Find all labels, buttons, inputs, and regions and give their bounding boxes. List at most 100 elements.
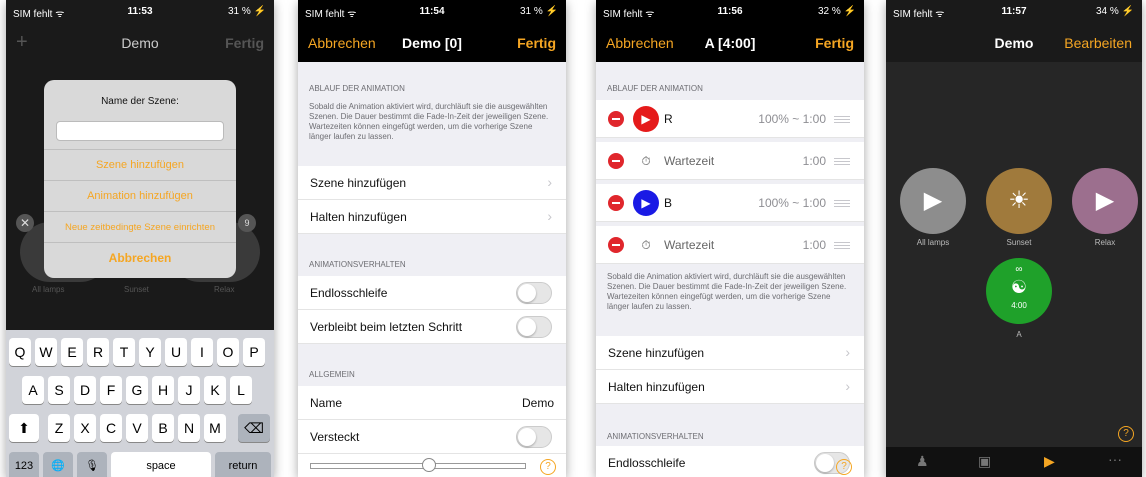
- delete-icon[interactable]: [608, 195, 624, 211]
- key[interactable]: M: [204, 414, 226, 442]
- add-timed-scene-option[interactable]: Neue zeitbedingte Szene einrichten: [44, 211, 236, 242]
- name-row[interactable]: Name Demo: [298, 386, 566, 420]
- key[interactable]: H: [152, 376, 174, 404]
- name-label: Name: [310, 396, 343, 410]
- key[interactable]: X: [74, 414, 96, 442]
- loop-toggle[interactable]: [516, 282, 552, 304]
- key[interactable]: L: [230, 376, 252, 404]
- step-row[interactable]: ▶ B 100% ~ 1:00: [596, 184, 864, 222]
- picture-icon[interactable]: ▣: [978, 453, 991, 470]
- add-animation-option[interactable]: Animation hinzufügen: [44, 180, 236, 211]
- edit-button[interactable]: Bearbeiten: [1064, 35, 1132, 51]
- drag-handle-icon[interactable]: [834, 242, 850, 249]
- scene-all-lamps-button[interactable]: ▶: [900, 168, 966, 234]
- help-icon[interactable]: ?: [1118, 426, 1134, 442]
- step-label: R: [664, 112, 673, 126]
- backspace-icon[interactable]: ⌫: [238, 414, 270, 442]
- key[interactable]: W: [35, 338, 57, 366]
- scene-name-input[interactable]: [56, 121, 224, 141]
- step-row[interactable]: ⏱ Wartezeit 1:00: [596, 142, 864, 180]
- delete-icon[interactable]: [608, 111, 624, 127]
- drag-handle-icon[interactable]: [834, 158, 850, 165]
- more-icon[interactable]: ···: [1108, 451, 1122, 467]
- hidden-toggle[interactable]: [516, 426, 552, 448]
- add-scene-label: Szene hinzufügen: [608, 346, 705, 360]
- keyboard-row-4: 123 🌐 🎙 space return: [6, 452, 274, 477]
- scene-sunset-button[interactable]: ☀: [986, 168, 1052, 234]
- delete-icon[interactable]: [608, 237, 624, 253]
- key[interactable]: D: [74, 376, 96, 404]
- done-button[interactable]: Fertig: [815, 35, 854, 51]
- keyboard-row-3: ⬆ Z X C V B N M ⌫: [6, 414, 274, 442]
- key[interactable]: V: [126, 414, 148, 442]
- key[interactable]: E: [61, 338, 83, 366]
- return-key[interactable]: return: [215, 452, 271, 477]
- slider-thumb[interactable]: [422, 458, 436, 472]
- brightness-row: [298, 454, 566, 477]
- add-hold-row[interactable]: Halten hinzufügen ›: [596, 370, 864, 404]
- key[interactable]: U: [165, 338, 187, 366]
- drag-handle-icon[interactable]: [834, 116, 850, 123]
- key[interactable]: Z: [48, 414, 70, 442]
- timer-icon: ⏱: [641, 154, 651, 168]
- key[interactable]: O: [217, 338, 239, 366]
- help-icon[interactable]: ?: [836, 459, 852, 475]
- step-row[interactable]: ▶ R 100% ~ 1:00: [596, 100, 864, 138]
- hidden-label: Versteckt: [310, 430, 360, 444]
- delete-icon[interactable]: [608, 153, 624, 169]
- globe-icon[interactable]: 🌐: [43, 452, 73, 477]
- step-value: 1:00: [802, 154, 826, 168]
- key[interactable]: R: [87, 338, 109, 366]
- scene-relax-button[interactable]: ▶: [1072, 168, 1138, 234]
- key[interactable]: Q: [9, 338, 31, 366]
- key[interactable]: K: [204, 376, 226, 404]
- add-scene-option[interactable]: Szene hinzufügen: [44, 149, 236, 180]
- scene-icon: ▶: [633, 190, 659, 216]
- name-value: Demo: [521, 396, 554, 410]
- shift-icon[interactable]: ⬆: [9, 414, 39, 442]
- clapperboard-icon: ▶: [1095, 187, 1115, 214]
- key[interactable]: N: [178, 414, 200, 442]
- brightness-slider[interactable]: [310, 463, 526, 469]
- stay-last-toggle[interactable]: [516, 316, 552, 338]
- chevron-right-icon: ›: [547, 208, 552, 224]
- screen-scene-overview: SIM fehlt ᯤ 11:57 34 % ⚡ Demo Bearbeiten…: [886, 0, 1142, 477]
- help-icon[interactable]: ?: [540, 459, 556, 475]
- done-button[interactable]: Fertig: [517, 35, 556, 51]
- key[interactable]: J: [178, 376, 200, 404]
- nav-bar: + Demo Fertig: [6, 24, 274, 62]
- key[interactable]: P: [243, 338, 265, 366]
- key[interactable]: C: [100, 414, 122, 442]
- key[interactable]: Y: [139, 338, 161, 366]
- drag-handle-icon[interactable]: [834, 200, 850, 207]
- tab-bar: ♟ ▣ ▶ ···: [886, 447, 1142, 477]
- microphone-icon[interactable]: 🎙: [77, 452, 107, 477]
- scene-icon: ▶: [633, 106, 659, 132]
- add-scene-row[interactable]: Szene hinzufügen ›: [596, 336, 864, 370]
- animation-a-button[interactable]: ∞ ☯ 4:00: [986, 258, 1052, 324]
- key[interactable]: F: [100, 376, 122, 404]
- key[interactable]: T: [113, 338, 135, 366]
- lamp-icon[interactable]: ♟: [916, 453, 929, 470]
- key[interactable]: A: [22, 376, 44, 404]
- cancel-button[interactable]: Abbrechen: [44, 242, 236, 273]
- loop-row: Endlosschleife: [596, 446, 864, 477]
- section-header-general: ALLGEMEIN: [309, 370, 355, 379]
- loop-row: Endlosschleife: [298, 276, 566, 310]
- key[interactable]: S: [48, 376, 70, 404]
- add-scene-row[interactable]: Szene hinzufügen ›: [298, 166, 566, 200]
- done-button[interactable]: Fertig: [225, 35, 264, 51]
- numbers-key[interactable]: 123: [9, 452, 39, 477]
- key[interactable]: B: [152, 414, 174, 442]
- nav-bar: Abbrechen Demo [0] Fertig: [298, 24, 566, 62]
- space-key[interactable]: space: [111, 452, 211, 477]
- step-row[interactable]: ⏱ Wartezeit 1:00: [596, 226, 864, 264]
- add-hold-row[interactable]: Halten hinzufügen ›: [298, 200, 566, 234]
- scenes-tab-icon[interactable]: ▶: [1044, 453, 1055, 470]
- key[interactable]: G: [126, 376, 148, 404]
- step-value: 100% ~ 1:00: [758, 196, 826, 210]
- scene-name-dialog: Name der Szene: Szene hinzufügen Animati…: [44, 80, 236, 278]
- step-value: 100% ~ 1:00: [758, 112, 826, 126]
- key[interactable]: I: [191, 338, 213, 366]
- section-header-behavior: ANIMATIONSVERHALTEN: [309, 260, 406, 269]
